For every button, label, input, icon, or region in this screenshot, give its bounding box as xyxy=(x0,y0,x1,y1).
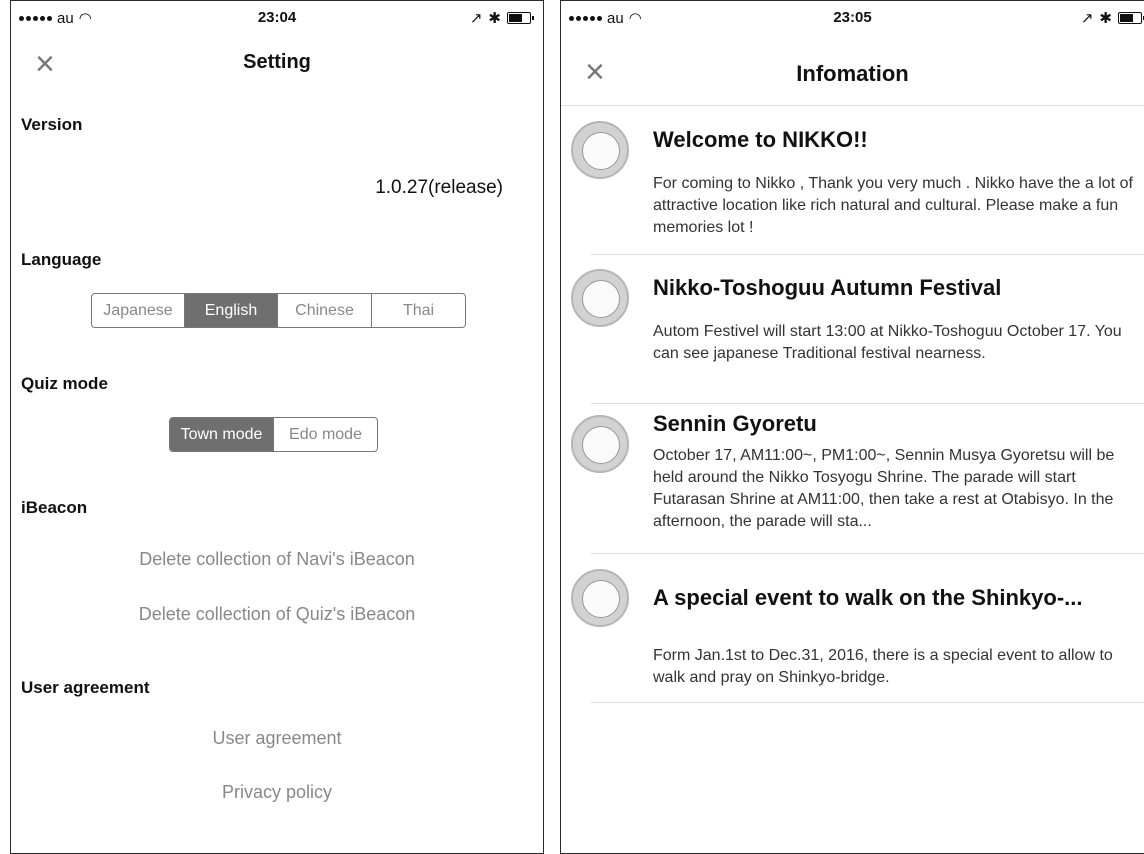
status-time: 23:04 xyxy=(257,9,297,26)
status-icons: ↗ ✱ xyxy=(469,9,534,27)
delete-quiz-ibeacon-button[interactable]: Delete collection of Quiz's iBeacon xyxy=(11,604,543,625)
nav-bar: × Infomation xyxy=(561,33,1144,105)
item-body: October 17, AM11:00~, PM1:00~, Sennin Mu… xyxy=(653,447,1115,530)
user-agreement-link[interactable]: User agreement xyxy=(11,728,543,749)
quiz-mode-segmented-control: Town mode Edo mode xyxy=(169,417,378,452)
mascot-avatar xyxy=(571,415,629,473)
settings-screen: au ◠ 23:04 ↗ ✱ × Setting Version 1.0.27(… xyxy=(10,0,544,854)
location-icon: ↗ xyxy=(469,10,483,27)
mascot-avatar xyxy=(571,569,629,627)
language-header: Language xyxy=(21,250,102,269)
segment-town-mode[interactable]: Town mode xyxy=(170,418,273,451)
status-bar: au ◠ 23:04 ↗ ✱ xyxy=(11,1,543,33)
item-body: Form Jan.1st to Dec.31, 2016, there is a… xyxy=(653,647,1113,686)
version-value: 1.0.27(release) xyxy=(375,177,503,198)
mascot-avatar xyxy=(571,121,629,179)
header-divider xyxy=(561,105,1144,106)
item-body: For coming to Nikko , Thank you very muc… xyxy=(653,175,1133,236)
item-title: Welcome to NIKKO!! xyxy=(653,127,868,152)
status-time: 23:05 xyxy=(833,9,872,26)
segment-english[interactable]: English xyxy=(184,294,277,327)
delete-navi-ibeacon-button[interactable]: Delete collection of Navi's iBeacon xyxy=(11,549,543,570)
language-segmented-control: Japanese English Chinese Thai xyxy=(91,293,466,328)
privacy-policy-link[interactable]: Privacy policy xyxy=(11,782,543,803)
item-title: A special event to walk on the Shinkyo-.… xyxy=(653,585,1083,610)
version-header: Version xyxy=(21,115,83,134)
nav-bar: × Setting xyxy=(11,33,543,93)
location-icon: ↗ xyxy=(1080,10,1094,27)
segment-japanese[interactable]: Japanese xyxy=(92,294,184,327)
status-bar: au ◠ 23:05 ↗ ✱ xyxy=(561,1,1144,33)
status-icons: ↗ ✱ xyxy=(1080,9,1144,27)
item-divider xyxy=(591,553,1144,554)
item-divider xyxy=(591,254,1144,255)
bluetooth-icon: ✱ xyxy=(1099,10,1112,27)
segment-edo-mode[interactable]: Edo mode xyxy=(273,418,377,451)
bluetooth-icon: ✱ xyxy=(488,10,501,27)
page-title: Infomation xyxy=(796,61,909,86)
information-screen: au ◠ 23:05 ↗ ✱ × Infomation Welcome to N… xyxy=(560,0,1144,854)
item-divider xyxy=(591,702,1144,703)
item-title: Sennin Gyoretu xyxy=(653,411,817,436)
item-body: Autom Festivel will start 13:00 at Nikko… xyxy=(653,323,1122,362)
mascot-avatar xyxy=(571,269,629,327)
battery-icon xyxy=(507,12,534,24)
ibeacon-header: iBeacon xyxy=(21,498,88,517)
segment-chinese[interactable]: Chinese xyxy=(277,294,371,327)
segment-thai[interactable]: Thai xyxy=(371,294,465,327)
battery-icon xyxy=(1118,12,1144,24)
item-divider xyxy=(591,403,1144,404)
page-title: Setting xyxy=(243,51,311,73)
user-agreement-header: User agreement xyxy=(21,678,150,697)
quiz-mode-header: Quiz mode xyxy=(21,374,108,393)
item-title: Nikko-Toshoguu Autumn Festival xyxy=(653,275,1002,300)
